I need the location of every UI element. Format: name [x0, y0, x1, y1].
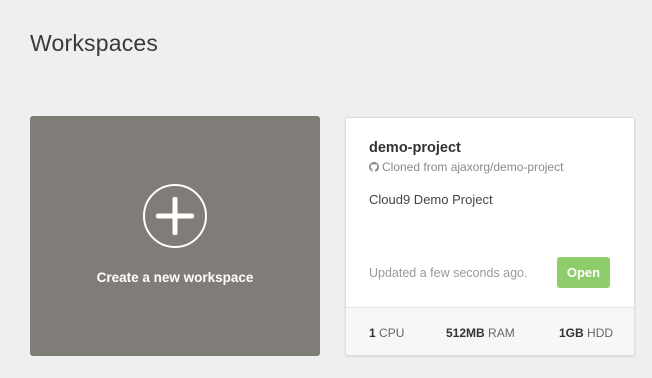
workspace-specs: 1 CPU 512MB RAM 1GB HDD	[346, 307, 634, 355]
page-title: Workspaces	[30, 30, 159, 56]
spec-ram-value: 512MB	[446, 326, 485, 340]
workspace-source-text: Cloned from ajaxorg/demo-project	[382, 160, 564, 174]
spec-cpu-unit: CPU	[379, 326, 405, 340]
workspace-name[interactable]: demo-project	[369, 140, 461, 156]
spec-hdd-value: 1GB	[559, 326, 584, 340]
workspace-source: Cloned from ajaxorg/demo-project	[369, 160, 563, 174]
spec-ram-unit: RAM	[488, 326, 515, 340]
workspace-card: demo-project Cloned from ajaxorg/demo-pr…	[345, 117, 635, 356]
spec-hdd: 1GB HDD	[559, 326, 613, 340]
github-icon	[369, 162, 379, 172]
create-workspace-tile[interactable]: Create a new workspace	[30, 116, 320, 356]
plus-icon	[143, 184, 207, 248]
workspace-updated-status: Updated a few seconds ago.	[369, 266, 528, 280]
spec-ram: 512MB RAM	[446, 326, 515, 340]
spec-hdd-unit: HDD	[587, 326, 614, 340]
spec-cpu-value: 1	[369, 326, 376, 340]
create-workspace-label: Create a new workspace	[96, 270, 254, 285]
open-button[interactable]: Open	[557, 257, 610, 288]
spec-cpu: 1 CPU	[369, 326, 404, 340]
workspace-description: Cloud9 Demo Project	[369, 192, 493, 207]
